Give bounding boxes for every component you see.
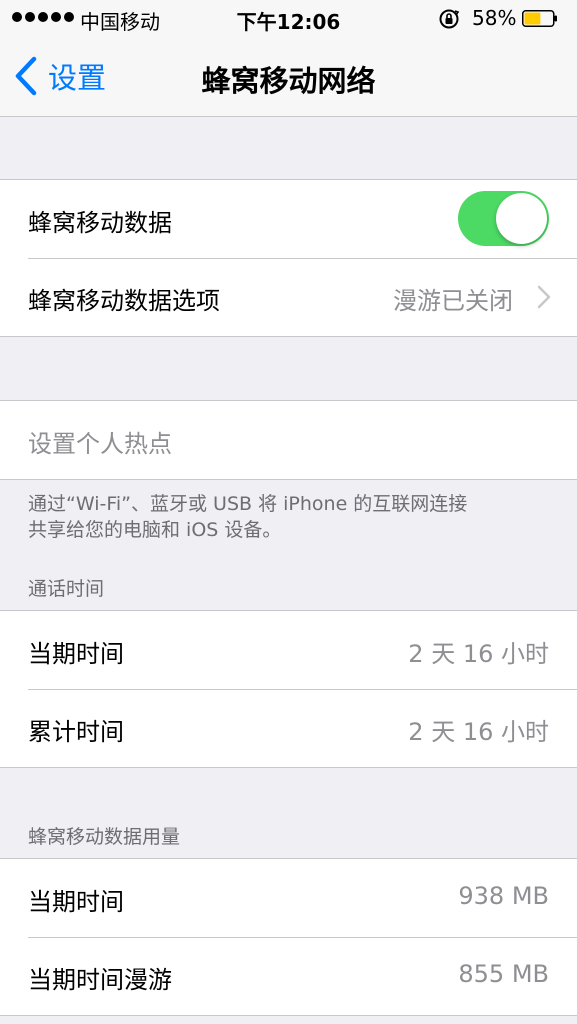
lifetime-call-row: 累计时间 2 天 16 小时 — [0, 689, 577, 767]
hotspot-footer: 通过“Wi-Fi”、蓝牙或 USB 将 iPhone 的互联网连接 共享给您的电… — [28, 491, 548, 543]
toggle-knob — [496, 193, 547, 244]
cellular-data-group: 蜂窝移动数据 蜂窝移动数据选项 漫游已关闭 — [0, 179, 577, 337]
cellular-data-label: 蜂窝移动数据 — [28, 209, 172, 237]
rotation-lock-icon — [439, 9, 460, 29]
hotspot-footer-line2: 共享给您的电脑和 iOS 设备。 — [28, 519, 282, 541]
current-period-call-row: 当期时间 2 天 16 小时 — [0, 611, 577, 689]
current-period-value: 2 天 16 小时 — [408, 640, 549, 668]
call-time-group: 当期时间 2 天 16 小时 累计时间 2 天 16 小时 — [0, 610, 577, 768]
battery-icon — [522, 10, 557, 27]
current-period-usage-value: 938 MB — [458, 882, 549, 910]
current-period-usage-label: 当期时间 — [28, 888, 124, 916]
current-period-roaming-value: 855 MB — [458, 960, 549, 988]
lifetime-label: 累计时间 — [28, 718, 124, 746]
cellular-data-row: 蜂窝移动数据 — [0, 180, 577, 258]
data-usage-header: 蜂窝移动数据用量 — [28, 826, 181, 848]
battery-percent: 58% — [472, 6, 517, 30]
personal-hotspot-label: 设置个人热点 — [28, 430, 172, 458]
current-period-label: 当期时间 — [28, 640, 124, 668]
current-period-roaming-label: 当期时间漫游 — [28, 966, 172, 994]
hotspot-footer-line1: 通过“Wi-Fi”、蓝牙或 USB 将 iPhone 的互联网连接 — [28, 493, 468, 515]
current-period-usage-row: 当期时间 938 MB — [0, 859, 577, 937]
roaming-status-value: 漫游已关闭 — [393, 287, 513, 315]
page-title: 蜂窝移动网络 — [201, 64, 376, 98]
data-usage-group: 当期时间 938 MB 当期时间漫游 855 MB — [0, 858, 577, 1016]
personal-hotspot-row[interactable]: 设置个人热点 — [0, 401, 577, 479]
call-time-header: 通话时间 — [28, 578, 105, 600]
cellular-data-toggle[interactable] — [458, 191, 549, 246]
current-period-roaming-row: 当期时间漫游 855 MB — [0, 937, 577, 1015]
status-bar: 中国移动 下午12:06 58% — [0, 0, 577, 36]
cellular-data-options-row[interactable]: 蜂窝移动数据选项 漫游已关闭 — [0, 258, 577, 336]
cellular-data-options-label: 蜂窝移动数据选项 — [28, 287, 220, 315]
chevron-right-icon — [537, 285, 551, 309]
hotspot-group: 设置个人热点 — [0, 400, 577, 480]
navigation-bar: 设置 蜂窝移动网络 — [0, 36, 577, 117]
lifetime-value: 2 天 16 小时 — [408, 718, 549, 746]
